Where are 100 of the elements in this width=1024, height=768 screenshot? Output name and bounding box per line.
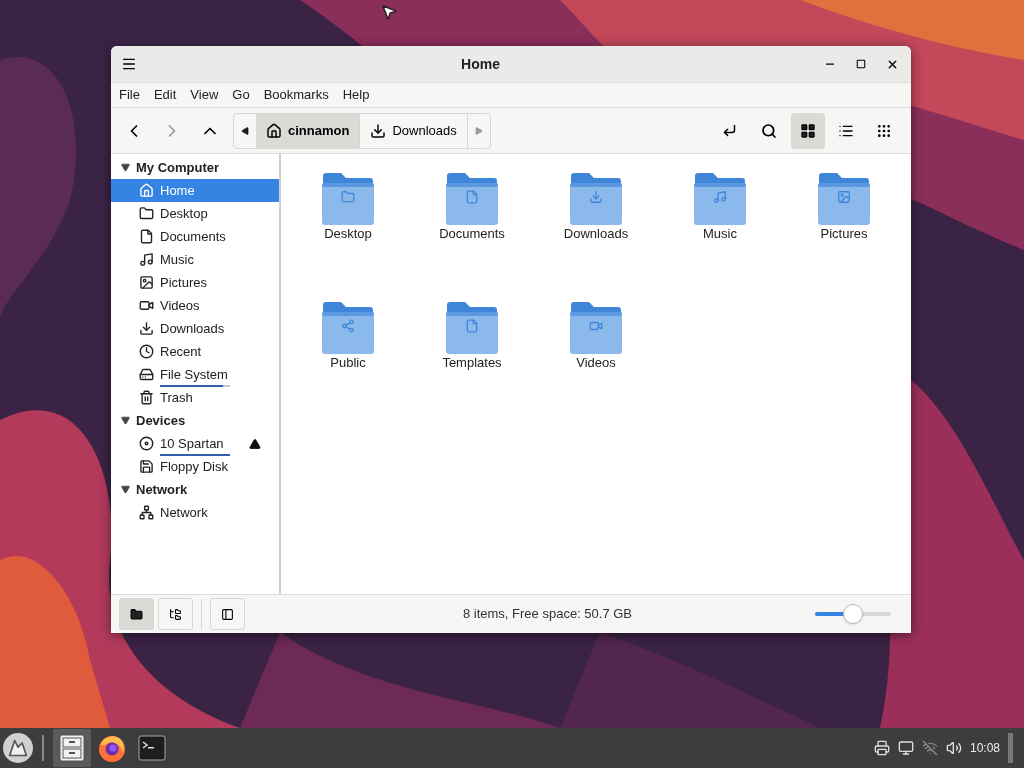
folder-item[interactable]: Music bbox=[658, 154, 782, 283]
volume-button[interactable] bbox=[945, 740, 962, 756]
folder-icon bbox=[569, 172, 623, 226]
breadcrumb-button[interactable]: Downloads bbox=[360, 113, 468, 148]
file-cabinet-icon bbox=[59, 734, 85, 762]
folder-icon bbox=[130, 607, 143, 621]
monitor-icon bbox=[897, 740, 914, 756]
breadcrumb-button[interactable]: cinnamon bbox=[256, 113, 361, 148]
eject-icon[interactable] bbox=[249, 437, 261, 450]
place-icon bbox=[139, 206, 154, 221]
folder-item[interactable]: Templates bbox=[410, 283, 534, 412]
zoom-thumb[interactable] bbox=[843, 604, 863, 624]
emblem-icon bbox=[341, 319, 355, 333]
emblem-icon bbox=[465, 190, 479, 204]
pane-button[interactable] bbox=[158, 598, 193, 630]
maximize-button[interactable] bbox=[856, 59, 866, 69]
search-icon bbox=[761, 122, 777, 139]
home-icon bbox=[266, 122, 282, 139]
printer-icon bbox=[873, 740, 890, 756]
sidebar-item[interactable]: Downloads bbox=[111, 317, 279, 340]
sidebar-panel-icon bbox=[221, 607, 234, 621]
sidebar-item[interactable]: Documents bbox=[111, 225, 279, 248]
folder-label: Downloads bbox=[563, 225, 629, 243]
sidebar-item[interactable]: Recent bbox=[111, 340, 279, 363]
left-triangle-icon bbox=[241, 126, 249, 135]
fox-globe-icon bbox=[97, 733, 127, 763]
section-header[interactable]: My Computer bbox=[111, 156, 279, 179]
emblem-icon bbox=[341, 190, 355, 204]
sidebar-item[interactable]: Network bbox=[111, 501, 279, 524]
folder-label: Music bbox=[703, 225, 737, 243]
section-header[interactable]: Network bbox=[111, 478, 279, 501]
clock-text[interactable]: 10:08 bbox=[969, 739, 1000, 757]
menu-icon bbox=[121, 56, 137, 72]
mouse-pointer-icon bbox=[380, 3, 398, 21]
return-arrow-icon bbox=[721, 123, 737, 138]
grid-view-icon bbox=[800, 122, 816, 139]
place-icon bbox=[139, 298, 154, 313]
menu-button[interactable] bbox=[121, 56, 137, 72]
folder-label: Templates bbox=[442, 354, 502, 372]
menu-item[interactable]: File bbox=[119, 85, 140, 105]
place-icon bbox=[139, 252, 154, 267]
folder-icon bbox=[569, 301, 623, 355]
folder-icon bbox=[817, 172, 871, 226]
emblem-icon bbox=[465, 319, 479, 333]
network-off-icon bbox=[921, 740, 938, 756]
emblem-icon bbox=[837, 190, 851, 204]
folder-label: Videos bbox=[576, 354, 616, 372]
volume-icon bbox=[945, 740, 962, 756]
menu-item[interactable]: Help bbox=[342, 85, 370, 105]
mountain-icon bbox=[8, 738, 28, 758]
maximize-icon bbox=[856, 59, 866, 69]
place-icon bbox=[139, 321, 154, 336]
download-icon bbox=[370, 122, 387, 139]
terminal-icon bbox=[138, 735, 166, 761]
status-text: 8 items, Free space: 50.7 GB bbox=[461, 605, 634, 624]
folder-label: Pictures bbox=[820, 225, 868, 243]
compact-view-icon bbox=[876, 122, 892, 139]
folder-icon bbox=[321, 301, 375, 355]
right-triangle-icon bbox=[474, 126, 483, 135]
folder-item[interactable]: Documents bbox=[410, 154, 534, 283]
menu-item[interactable]: Go bbox=[232, 85, 250, 105]
place-icon bbox=[139, 436, 154, 451]
menu-item[interactable]: Bookmarks bbox=[263, 85, 329, 105]
sidebar-item[interactable]: Videos bbox=[111, 294, 279, 317]
start-menu-button[interactable] bbox=[3, 733, 33, 763]
sidebar-item[interactable]: Trash bbox=[111, 386, 279, 409]
section-header[interactable]: Devices bbox=[111, 409, 279, 432]
tree-icon bbox=[169, 607, 182, 621]
sidebar-item[interactable]: Floppy Disk bbox=[111, 455, 279, 478]
menu-item[interactable]: View bbox=[190, 85, 219, 105]
folder-item[interactable]: Downloads bbox=[534, 154, 658, 283]
sidebar-item[interactable]: File System bbox=[111, 363, 279, 386]
pane-button[interactable] bbox=[119, 598, 154, 630]
sidebar-item[interactable]: Pictures bbox=[111, 271, 279, 294]
folder-icon bbox=[445, 301, 499, 355]
taskbar-app-button[interactable] bbox=[53, 729, 91, 767]
folder-label: Documents bbox=[439, 225, 505, 243]
place-icon bbox=[139, 275, 154, 290]
folder-item[interactable]: Videos bbox=[534, 283, 658, 412]
emblem-icon bbox=[713, 190, 727, 204]
sidebar-item[interactable]: Home bbox=[111, 179, 279, 202]
view-mode-button[interactable] bbox=[791, 112, 825, 149]
place-icon bbox=[139, 344, 154, 359]
place-icon bbox=[139, 183, 154, 198]
menu-item[interactable]: Edit bbox=[153, 85, 177, 105]
sidebar-item[interactable]: 10 Spartan bbox=[111, 432, 279, 455]
folder-item[interactable]: Desktop bbox=[286, 154, 410, 283]
place-icon bbox=[139, 229, 154, 244]
sidebar-item[interactable]: Desktop bbox=[111, 202, 279, 225]
place-icon bbox=[139, 367, 154, 382]
network-button[interactable] bbox=[921, 740, 938, 756]
printer-button[interactable] bbox=[873, 740, 890, 756]
folder-label: Public bbox=[330, 354, 366, 372]
folder-item[interactable]: Public bbox=[286, 283, 410, 412]
folder-icon bbox=[321, 172, 375, 226]
folder-item[interactable]: Pictures bbox=[782, 154, 906, 283]
place-icon bbox=[139, 505, 154, 520]
display-button[interactable] bbox=[897, 740, 914, 756]
sidebar-toggle-button[interactable] bbox=[210, 598, 245, 630]
sidebar-item[interactable]: Music bbox=[111, 248, 279, 271]
